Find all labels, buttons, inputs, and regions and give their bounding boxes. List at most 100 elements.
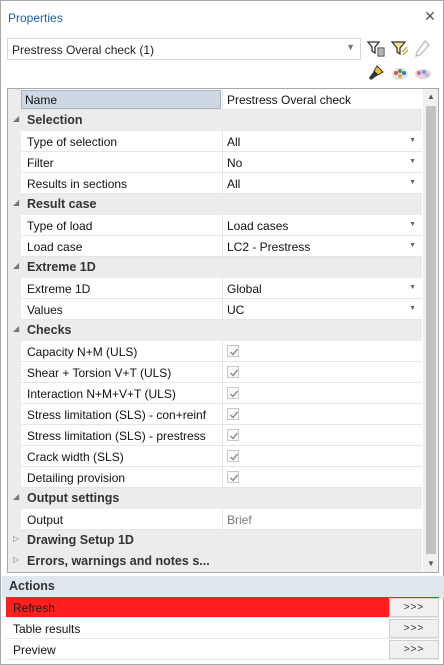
property-row[interactable]: Stress limitation (SLS) - con+reinf [8, 404, 422, 425]
vertical-scrollbar[interactable]: ▲ ▼ [423, 89, 438, 572]
property-label: Crack width (SLS) [27, 450, 124, 464]
actions-title: Actions [9, 579, 55, 593]
row-gutter [8, 446, 21, 467]
property-row[interactable]: Shear + Torsion V+T (ULS) [8, 362, 422, 383]
collapse-icon[interactable]: ◢ [13, 198, 19, 207]
action-refresh[interactable]: Refresh >>> [6, 597, 439, 618]
category-result-case[interactable]: ◢ Result case [8, 194, 422, 215]
property-label: Type of load [27, 219, 93, 233]
expand-icon[interactable]: ▷ [13, 534, 19, 543]
row-gutter [8, 467, 21, 488]
value-text: LC2 - Prestress [227, 240, 311, 254]
filter-select-icon[interactable] [366, 39, 386, 59]
property-label: Filter [27, 156, 54, 170]
property-label: Extreme 1D [27, 282, 91, 296]
chevron-down-icon[interactable]: ▼ [409, 179, 416, 186]
collapse-icon[interactable]: ◢ [13, 324, 19, 333]
collapse-icon[interactable]: ◢ [13, 261, 19, 270]
property-value[interactable]: All ▼ [222, 173, 422, 194]
value-text: Load cases [227, 219, 289, 233]
property-value [222, 446, 422, 467]
property-value[interactable]: No ▼ [222, 152, 422, 173]
property-label: Type of selection [27, 135, 118, 149]
property-label: Interaction N+M+V+T (ULS) [27, 387, 176, 401]
preview-button[interactable]: >>> [389, 640, 439, 659]
checkbox-icon[interactable] [227, 408, 239, 420]
property-row[interactable]: Output Brief [8, 509, 422, 530]
row-gutter [8, 362, 21, 383]
property-row[interactable]: Capacity N+M (ULS) [8, 341, 422, 362]
table-results-button[interactable]: >>> [389, 619, 439, 638]
chevron-down-icon[interactable]: ▼ [409, 137, 416, 144]
property-row[interactable]: Type of selection All ▼ [8, 131, 422, 152]
checkbox-icon[interactable] [227, 387, 239, 399]
checkbox-icon[interactable] [227, 345, 239, 357]
collapse-icon[interactable]: ◢ [13, 492, 19, 501]
chevron-down-icon[interactable]: ▼ [409, 221, 416, 228]
property-value[interactable]: LC2 - Prestress ▼ [222, 236, 422, 257]
value-text: All [227, 177, 241, 191]
scroll-down-icon[interactable]: ▼ [423, 556, 438, 572]
property-value [222, 383, 422, 404]
property-row[interactable]: Load case LC2 - Prestress ▼ [8, 236, 422, 257]
property-row[interactable]: Results in sections All ▼ [8, 173, 422, 194]
checkbox-icon[interactable] [227, 429, 239, 441]
chevron-down-icon[interactable]: ▼ [409, 242, 416, 249]
clear-colors-icon[interactable] [413, 63, 433, 83]
property-value[interactable]: Load cases ▼ [222, 215, 422, 236]
property-label: Shear + Torsion V+T (ULS) [27, 366, 172, 380]
panel-titlebar: Properties ✕ [2, 2, 444, 32]
color-palette-icon[interactable] [390, 63, 410, 83]
chevron-down-icon[interactable]: ▼ [409, 158, 416, 165]
property-row[interactable]: Values UC ▼ [8, 299, 422, 320]
property-row[interactable]: Extreme 1D Global ▼ [8, 278, 422, 299]
checkbox-icon[interactable] [227, 366, 239, 378]
category-title: Drawing Setup 1D [27, 533, 134, 547]
property-row[interactable]: Crack width (SLS) [8, 446, 422, 467]
property-row[interactable]: Filter No ▼ [8, 152, 422, 173]
checkbox-icon[interactable] [227, 450, 239, 462]
category-drawing-setup-1d[interactable]: ▷ Drawing Setup 1D [8, 530, 422, 551]
scroll-up-icon[interactable]: ▲ [423, 89, 438, 105]
row-gutter [8, 509, 21, 530]
refresh-button[interactable]: >>> [389, 598, 439, 617]
row-gutter [8, 341, 21, 362]
expand-icon[interactable]: ▷ [13, 555, 19, 564]
property-row[interactable]: Stress limitation (SLS) - prestress [8, 425, 422, 446]
value-text: All [227, 135, 241, 149]
category-extreme-1d[interactable]: ◢ Extreme 1D [8, 257, 422, 278]
scroll-thumb[interactable] [426, 106, 436, 554]
checkbox-icon[interactable] [227, 471, 239, 483]
category-output-settings[interactable]: ◢ Output settings [8, 488, 422, 509]
category-errors-warnings[interactable]: ▷ Errors, warnings and notes s... [8, 551, 422, 572]
category-title: Extreme 1D [27, 260, 96, 274]
category-checks[interactable]: ◢ Checks [8, 320, 422, 341]
property-value[interactable]: UC ▼ [222, 299, 422, 320]
action-table-results[interactable]: Table results >>> [6, 618, 439, 639]
object-selector[interactable]: Prestress Overal check (1) ▼ [7, 38, 361, 60]
close-icon[interactable]: ✕ [423, 9, 437, 23]
brush-icon[interactable] [366, 63, 386, 83]
filter-icon[interactable] [390, 39, 410, 59]
name-row[interactable]: Name Prestress Overal check [8, 89, 422, 110]
panel-title: Properties [8, 11, 63, 25]
chevron-down-icon[interactable]: ▼ [409, 284, 416, 291]
collapse-icon[interactable]: ◢ [13, 114, 19, 123]
row-gutter [8, 299, 21, 320]
property-row[interactable]: Interaction N+M+V+T (ULS) [8, 383, 422, 404]
property-row[interactable]: Type of load Load cases ▼ [8, 215, 422, 236]
chevron-down-icon[interactable]: ▼ [409, 305, 416, 312]
name-value-cell[interactable]: Prestress Overal check [222, 89, 422, 110]
value-text: UC [227, 303, 245, 317]
pencil-icon[interactable] [413, 39, 433, 59]
property-row[interactable]: Detailing provision [8, 467, 422, 488]
name-value: Prestress Overal check [227, 93, 352, 107]
property-value[interactable]: Global ▼ [222, 278, 422, 299]
action-preview[interactable]: Preview >>> [6, 639, 439, 660]
row-gutter [8, 425, 21, 446]
property-label: Output [27, 513, 64, 527]
category-selection[interactable]: ◢ Selection [8, 110, 422, 131]
property-value[interactable]: All ▼ [222, 131, 422, 152]
value-text: Global [227, 282, 262, 296]
object-selector-value: Prestress Overal check (1) [12, 43, 155, 57]
